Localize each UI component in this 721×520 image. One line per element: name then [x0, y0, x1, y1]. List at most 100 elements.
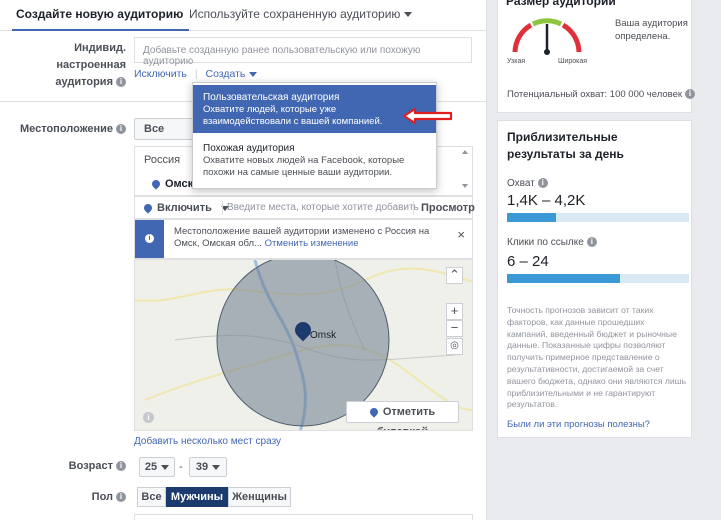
exclude-link[interactable]: Исключить [134, 68, 187, 80]
reach-bar-fill [507, 213, 557, 222]
reach-value: 1,4K – 4,2K [507, 192, 586, 209]
gender-male-button[interactable]: Мужчины [166, 487, 228, 507]
menu-item-title: Пользовательская аудитория [203, 92, 340, 103]
locate-icon[interactable]: ◎ [446, 338, 463, 355]
notice-text: Местоположение вашей аудитории изменено … [174, 226, 449, 250]
reach-label-text: Охват [507, 178, 535, 189]
include-label: Включить [157, 202, 212, 214]
age-max-value: 39 [195, 461, 209, 473]
info-icon[interactable]: i [537, 178, 548, 189]
audience-status: Ваша аудитория определена. [615, 18, 688, 42]
audience-size-card: Размер аудитории Узкая Широкая Ваша ауди… [497, 0, 696, 113]
chevron-down-icon [404, 12, 413, 18]
custom-audience-placeholder: Добавьте созданную ранее пользовательску… [143, 45, 421, 67]
menu-item-custom-audience[interactable]: Пользовательская аудитория Охватите люде… [193, 85, 436, 133]
chevron-down-icon [212, 464, 221, 470]
info-icon[interactable]: i [116, 77, 126, 88]
info-icon[interactable]: i [586, 237, 597, 248]
potential-reach: Потенциальный охват: 100 000 человек i [507, 89, 696, 100]
estimated-results-card: Приблизительные результаты за день Охват… [497, 120, 692, 438]
potential-reach-text: Потенциальный охват: 100 000 человек [507, 89, 683, 100]
notice-bar: i [135, 220, 164, 258]
info-icon[interactable]: i [116, 124, 126, 135]
close-icon[interactable]: × [457, 227, 465, 242]
separator: | [194, 68, 198, 80]
location-change-notice: i Местоположение вашей аудитории изменен… [134, 219, 473, 259]
age-min-dropdown[interactable]: 25 [139, 457, 175, 477]
targeting-panel: Создайте новую аудиторию Используйте сох… [0, 0, 487, 520]
custom-audience-label: Индивид. настроенная аудитория i [8, 40, 126, 91]
zoom-in-icon[interactable]: + [446, 303, 463, 320]
include-dropdown[interactable]: Включить [142, 202, 229, 214]
custom-audience-actions: Исключить | Создать [134, 68, 258, 80]
gauge-wide-label: Широкая [558, 58, 588, 65]
age-separator: - [179, 461, 183, 473]
tab-saved-audience[interactable]: Используйте сохраненную аудиторию [189, 7, 413, 21]
menu-item-desc: Охватите людей, которые уже взаимодейств… [203, 104, 383, 127]
add-bulk-locations-link[interactable]: Добавить несколько мест сразу [134, 436, 281, 447]
audience-size-title: Размер аудитории [506, 0, 616, 8]
create-link[interactable]: Создать [205, 68, 258, 80]
age-label-text: Возраст [68, 460, 113, 472]
age-min-value: 25 [144, 461, 158, 473]
chevron-down-icon [249, 71, 258, 77]
create-audience-menu: Пользовательская аудитория Охватите люде… [192, 82, 437, 189]
drop-pin-button[interactable]: Отметить булавкой [346, 401, 459, 430]
location-map[interactable]: Omsk ⌃ + − ◎ i Отметить булавкой [134, 259, 473, 431]
location-search-row: Включить Введите места, которые хотите д… [134, 196, 475, 219]
location-country: Россия [144, 154, 181, 166]
collapse-map-icon[interactable]: ⌃ [446, 267, 463, 284]
pin-icon [150, 178, 162, 190]
scroll-up-icon[interactable] [462, 150, 468, 154]
tab-saved-label: Используйте сохраненную аудиторию [189, 7, 401, 21]
location-search-input[interactable]: Введите места, которые хотите добавить [227, 202, 419, 213]
age-label: Возраст i [8, 460, 126, 472]
gender-label-text: Пол [91, 491, 113, 503]
divider [413, 201, 414, 215]
audience-gauge [512, 18, 582, 55]
gender-label: Пол i [8, 491, 126, 503]
info-icon: i [145, 234, 154, 243]
map-city-label: Omsk [310, 330, 337, 341]
location-label-text: Местоположение [19, 123, 113, 135]
menu-item-title: Похожая аудитория [203, 143, 295, 154]
gauge-narrow-label: Узкая [507, 58, 526, 65]
info-icon[interactable]: i [685, 89, 696, 100]
menu-item-lookalike-audience[interactable]: Похожая аудитория Охватите новых людей н… [193, 136, 436, 186]
menu-item-desc: Охватите новых людей на Facebook, которы… [203, 155, 405, 178]
gender-female-button[interactable]: Женщины [228, 487, 291, 507]
undo-change-link[interactable]: Отменить изменение [265, 238, 359, 249]
gender-all-button[interactable]: Все [137, 487, 166, 507]
pin-icon [142, 202, 154, 214]
red-arrow-icon [402, 107, 453, 125]
age-max-dropdown[interactable]: 39 [189, 457, 227, 477]
audience-tabs: Создайте новую аудиторию Используйте сох… [0, 0, 487, 31]
info-icon[interactable]: i [116, 492, 126, 503]
browse-button[interactable]: Просмотр [421, 202, 475, 214]
clicks-label: Клики по ссылке i [507, 237, 597, 248]
location-label: Местоположение i [8, 123, 126, 135]
feedback-link[interactable]: Были ли эти прогнозы полезны? [507, 419, 650, 430]
info-icon[interactable]: i [143, 412, 154, 423]
estimates-note: Точность прогнозов зависит от таких факт… [507, 305, 687, 410]
pin-icon [368, 406, 380, 418]
reach-label: Охват i [507, 178, 548, 189]
clicks-label-text: Клики по ссылке [507, 237, 584, 248]
location-scope-dropdown[interactable]: Все люди [134, 118, 196, 155]
clicks-bar-fill [507, 274, 620, 283]
divider [222, 201, 223, 215]
reach-bar [507, 213, 689, 222]
create-link-label: Создать [205, 68, 246, 80]
custom-audience-input[interactable]: Добавьте созданную ранее пользовательску… [134, 37, 472, 67]
clicks-value: 6 – 24 [507, 253, 549, 270]
location-list-scrollbar[interactable] [461, 150, 469, 192]
tab-create-audience[interactable]: Создайте новую аудиторию [11, 7, 190, 31]
chevron-down-icon [161, 464, 170, 470]
drop-pin-label: Отметить булавкой [377, 406, 436, 430]
scroll-down-icon[interactable] [462, 184, 468, 188]
clicks-bar [507, 274, 689, 283]
info-icon[interactable]: i [116, 461, 126, 472]
estimates-title: Приблизительные результаты за день [507, 130, 624, 161]
zoom-out-icon[interactable]: − [446, 320, 463, 337]
next-field [134, 514, 473, 520]
